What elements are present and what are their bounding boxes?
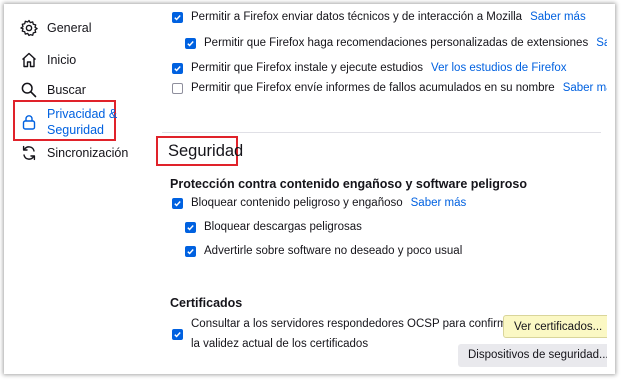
sidebar: General Inicio Buscar Privacidad & Segur <box>4 4 154 374</box>
block-downloads-label: Bloquear descargas peligrosas <box>204 221 362 233</box>
checkmark-icon <box>174 200 181 207</box>
crash-reports-row[interactable]: Permitir que Firefox envíe informes de f… <box>172 82 615 94</box>
checkmark-icon <box>187 40 194 47</box>
crash-reports-label: Permitir que Firefox envíe informes de f… <box>191 82 555 94</box>
block-dangerous-label: Bloquear contenido peligroso y engañoso <box>191 197 403 209</box>
technical-data-label: Permitir a Firefox enviar datos técnicos… <box>191 11 523 23</box>
ocsp-label-line2: la validez actual de los certificados <box>191 338 369 350</box>
sidebar-item-label: General <box>47 21 92 35</box>
learn-more-link[interactable]: Saber más <box>530 11 586 23</box>
sidebar-item-general[interactable]: General <box>20 19 91 37</box>
warn-unwanted-label: Advertirle sobre software no deseado y p… <box>204 245 463 257</box>
checkmark-icon <box>174 332 181 338</box>
lock-icon <box>22 115 36 130</box>
warn-unwanted-checkbox[interactable] <box>185 245 196 257</box>
checkmark-icon <box>174 65 181 72</box>
sidebar-item-search[interactable]: Buscar <box>20 81 86 99</box>
view-studies-link[interactable]: Ver los estudios de Firefox <box>431 62 567 74</box>
sidebar-item-label: Buscar <box>47 83 86 97</box>
learn-more-link[interactable]: Saber más <box>411 197 467 209</box>
security-section-title: Seguridad <box>168 142 244 160</box>
sidebar-item-sync[interactable]: Sincronización <box>20 144 128 162</box>
studies-label: Permitir que Firefox instale y ejecute e… <box>191 62 424 74</box>
checkmark-icon <box>187 224 194 231</box>
sidebar-item-label: Sincronización <box>47 146 129 160</box>
security-devices-button[interactable]: Dispositivos de seguridad... <box>458 344 615 367</box>
main-content: Permitir a Firefox enviar datos técnicos… <box>154 4 615 374</box>
view-certificates-button[interactable]: Ver certificados... <box>503 315 614 338</box>
block-downloads-checkbox[interactable] <box>185 221 196 233</box>
sync-icon <box>22 145 36 161</box>
home-icon <box>22 52 36 68</box>
search-icon <box>21 82 37 98</box>
sidebar-item-label: Privacidad & Seguridad <box>47 106 117 138</box>
section-divider <box>162 132 601 133</box>
checkmark-icon <box>174 14 181 21</box>
sidebar-item-privacy[interactable]: Privacidad & Seguridad <box>20 106 117 138</box>
technical-data-checkbox[interactable] <box>172 11 183 23</box>
checkmark-icon <box>187 248 194 255</box>
sidebar-item-label: Inicio <box>47 53 77 67</box>
ocsp-checkbox[interactable] <box>172 329 183 340</box>
studies-checkbox[interactable] <box>172 62 183 74</box>
block-dangerous-row[interactable]: Bloquear contenido peligroso y engañoso … <box>172 197 466 209</box>
crash-reports-checkbox[interactable] <box>172 82 183 94</box>
block-dangerous-checkbox[interactable] <box>172 197 183 209</box>
technical-data-row[interactable]: Permitir a Firefox enviar datos técnicos… <box>172 11 586 23</box>
certificates-heading: Certificados <box>170 296 243 310</box>
warn-unwanted-row[interactable]: Advertirle sobre software no deseado y p… <box>185 245 462 257</box>
sidebar-item-home[interactable]: Inicio <box>20 51 76 69</box>
sidebar-label-line1: Privacidad & <box>47 107 118 121</box>
ocsp-label-line1: Consultar a los servidores respondedores… <box>191 318 517 330</box>
preferences-window: General Inicio Buscar Privacidad & Segur <box>4 4 615 374</box>
deceptive-content-heading: Protección contra contenido engañoso y s… <box>170 177 528 191</box>
extension-recommendations-checkbox[interactable] <box>185 37 196 49</box>
studies-row[interactable]: Permitir que Firefox instale y ejecute e… <box>172 62 567 74</box>
block-downloads-row[interactable]: Bloquear descargas peligrosas <box>185 221 362 233</box>
sidebar-label-line2: Seguridad <box>47 123 104 137</box>
scrollbar-track[interactable] <box>607 4 615 374</box>
extension-recommendations-row[interactable]: Permitir que Firefox haga recomendacione… <box>185 37 615 49</box>
gear-icon <box>20 19 38 37</box>
extension-recommendations-label: Permitir que Firefox haga recomendacione… <box>204 37 589 49</box>
